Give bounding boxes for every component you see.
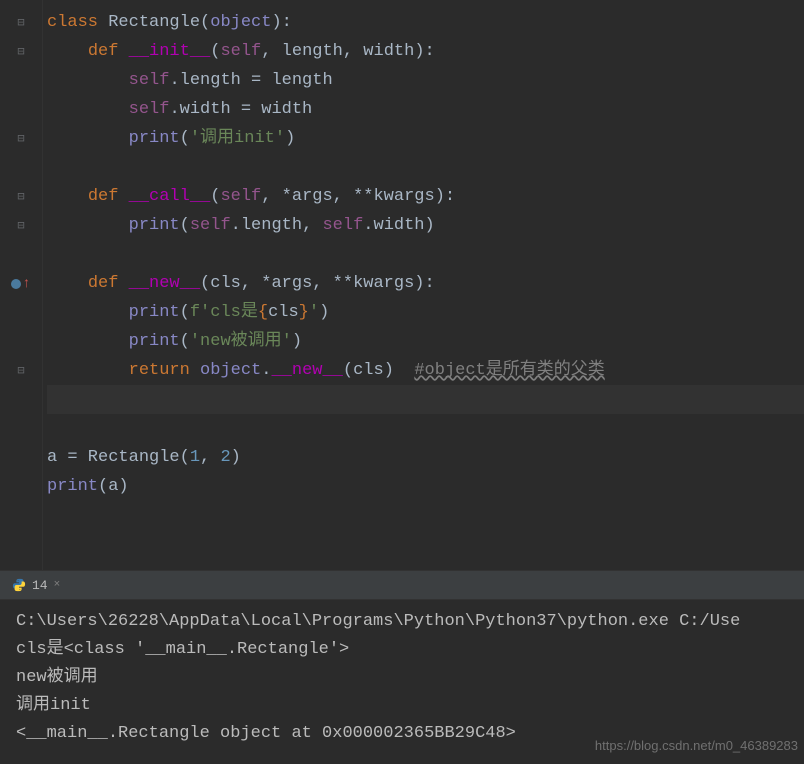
code-line[interactable]: print(a) — [47, 472, 804, 501]
code-editor[interactable]: ⊟ ⊟ ⊟ ⊟ ⊟ ↑ ⊟ class Rectangle(object): d… — [0, 0, 804, 570]
code-line[interactable]: def __new__(cls, *args, **kwargs): — [47, 269, 804, 298]
fold-icon[interactable]: ⊟ — [0, 8, 42, 37]
code-line[interactable]: def __init__(self, length, width): — [47, 37, 804, 66]
terminal-line: C:\Users\26228\AppData\Local\Programs\Py… — [16, 608, 788, 636]
terminal-output[interactable]: C:\Users\26228\AppData\Local\Programs\Py… — [0, 600, 804, 764]
editor-gutter: ⊟ ⊟ ⊟ ⊟ ⊟ ↑ ⊟ — [0, 0, 42, 570]
code-line-current[interactable] — [47, 385, 804, 414]
fold-end-icon[interactable]: ⊟ — [0, 124, 42, 153]
code-line[interactable] — [47, 240, 804, 269]
fold-icon[interactable]: ⊟ — [0, 37, 42, 66]
code-line[interactable]: self.width = width — [47, 95, 804, 124]
code-line[interactable]: print('调用init') — [47, 124, 804, 153]
code-line[interactable]: a = Rectangle(1, 2) — [47, 443, 804, 472]
run-tab[interactable]: 14 × — [4, 573, 68, 597]
terminal-line: new被调用 — [16, 664, 788, 692]
fold-icon[interactable]: ⊟ — [0, 182, 42, 211]
code-line[interactable]: class Rectangle(object): — [47, 8, 804, 37]
fold-end-icon[interactable]: ⊟ — [0, 356, 42, 385]
code-content[interactable]: class Rectangle(object): def __init__(se… — [42, 0, 804, 570]
fold-end-icon[interactable]: ⊟ — [0, 211, 42, 240]
terminal-line: cls是<class '__main__.Rectangle'> — [16, 636, 788, 664]
close-icon[interactable]: × — [54, 579, 61, 591]
terminal-line: 调用init — [16, 692, 788, 720]
code-line[interactable]: print('new被调用') — [47, 327, 804, 356]
code-line[interactable]: print(self.length, self.width) — [47, 211, 804, 240]
code-line[interactable]: def __call__(self, *args, **kwargs): — [47, 182, 804, 211]
code-line[interactable] — [47, 153, 804, 182]
python-icon — [12, 578, 26, 592]
code-line[interactable]: return object.__new__(cls) #object是所有类的父… — [47, 356, 804, 385]
watermark-text: https://blog.csdn.net/m0_46389283 — [595, 732, 798, 760]
code-line[interactable]: self.length = length — [47, 66, 804, 95]
tab-label: 14 — [32, 578, 48, 593]
code-line[interactable]: print(f'cls是{cls}') — [47, 298, 804, 327]
override-icon[interactable]: ↑ — [0, 269, 42, 298]
code-line[interactable] — [47, 414, 804, 443]
run-toolbar: 14 × — [0, 570, 804, 600]
